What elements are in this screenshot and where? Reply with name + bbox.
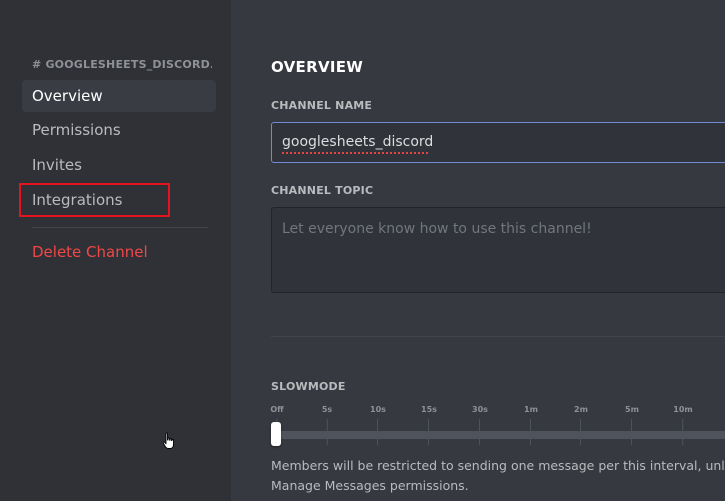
slowmode-label: SLOWMODE <box>271 380 346 393</box>
slider-tick-mark <box>580 419 582 445</box>
slowmode-help-text: Members will be restricted to sending on… <box>271 456 725 496</box>
slider-tick-label: 2m <box>574 405 588 414</box>
sidebar-item-invites[interactable]: Invites <box>22 149 216 181</box>
slider-tick-mark <box>682 419 684 445</box>
slider-tick: 2m <box>574 405 588 445</box>
slider-tick-label: 10m <box>673 405 693 414</box>
slowmode-help-line: Members will be restricted to sending on… <box>271 458 725 473</box>
integrations-highlight-box <box>19 183 170 217</box>
delete-channel-button[interactable]: Delete Channel <box>22 236 216 268</box>
channel-topic-label: CHANNEL TOPIC <box>271 184 374 197</box>
slider-tick-label: 15s <box>421 405 437 414</box>
slider-tick-label: 30s <box>472 405 488 414</box>
slider-tick-label: 1m <box>524 405 538 414</box>
slider-tick: 5m <box>625 405 639 445</box>
slider-tick-label: 5m <box>625 405 639 414</box>
slider-tick: 5s <box>322 405 332 445</box>
settings-sidebar: # GOOGLESHEETS_DISCORD... Overview Permi… <box>0 0 231 501</box>
slider-tick: 15s <box>421 405 437 445</box>
slider-tick-label: 10s <box>370 405 386 414</box>
slowmode-help-line: Manage Messages permissions. <box>271 478 469 493</box>
slider-tick-mark <box>530 419 532 445</box>
slider-track[interactable] <box>271 431 725 439</box>
slowmode-slider[interactable]: Off 5s 10s 15s 30s 1m 2m 5m 10m <box>270 405 725 450</box>
channel-name-label: CHANNEL NAME <box>271 99 373 112</box>
slider-tick: 1m <box>524 405 538 445</box>
slider-tick-mark <box>326 419 328 445</box>
sidebar-divider <box>32 227 208 228</box>
slider-handle[interactable] <box>271 422 281 446</box>
spellcheck-underline <box>282 152 429 154</box>
slider-tick: 10s <box>370 405 386 445</box>
app-window: # GOOGLESHEETS_DISCORD... Overview Permi… <box>0 0 725 501</box>
settings-content: OVERVIEW CHANNEL NAME googlesheets_disco… <box>231 0 725 501</box>
slider-tick-label: Off <box>270 405 284 414</box>
slider-tick-mark <box>479 419 481 445</box>
channel-topic-input[interactable] <box>271 207 725 293</box>
slider-tick-mark <box>428 419 430 445</box>
hand-pointer-icon <box>162 432 174 449</box>
slider-tick-label: 5s <box>321 405 333 414</box>
page-title: OVERVIEW <box>271 58 364 76</box>
sidebar-item-permissions[interactable]: Permissions <box>22 114 216 146</box>
slider-tick-mark <box>631 419 633 445</box>
slider-tick: 10m <box>673 405 693 445</box>
sidebar-item-overview[interactable]: Overview <box>22 80 216 112</box>
slider-tick-mark <box>377 419 379 445</box>
channel-name-header: # GOOGLESHEETS_DISCORD... <box>32 58 212 71</box>
slider-tick: 30s <box>472 405 488 445</box>
section-divider <box>271 336 725 337</box>
channel-name-input[interactable]: googlesheets_discord <box>271 122 725 163</box>
